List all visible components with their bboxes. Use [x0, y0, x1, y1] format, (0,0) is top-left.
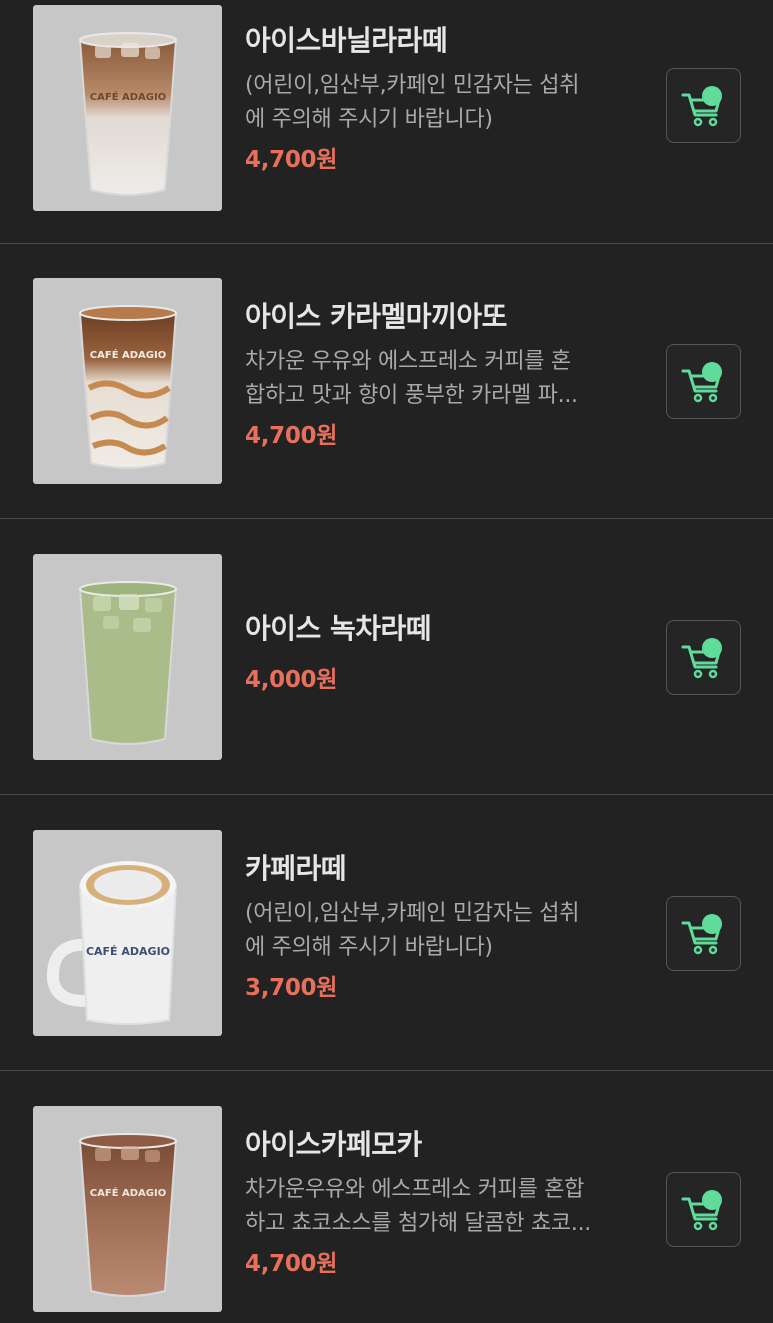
item-description-line: 에 주의해 주시기 바랍니다): [245, 107, 493, 132]
item-description-line: (어린이,임산부,카페인 민감자는 섭취: [245, 901, 580, 926]
add-to-cart-button[interactable]: [666, 344, 741, 419]
add-to-cart-button[interactable]: [666, 68, 741, 143]
item-info: 아이스카페모카 차가운우유와 에스프레소 커피를 혼합 하고 쵸코소스를 첨가해…: [245, 1126, 645, 1279]
menu-item-cafe-latte[interactable]: CAFÉ ADAGIO 카페라떼 (어린이,임산부,카페인 민감자는 섭취 에 …: [0, 796, 773, 1071]
brand-text: CAFÉ ADAGIO: [90, 90, 166, 103]
cart-plus-icon: [681, 638, 722, 679]
item-description: (어린이,임산부,카페인 민감자는 섭취 에 주의해 주시기 바랍니다): [245, 897, 630, 965]
menu-item-iced-caramel-macchiato[interactable]: CAFÉ ADAGIO 아이스 카라멜마끼아또 차가운 우유와 에스프레소 커피…: [0, 244, 773, 519]
product-image: CAFÉ ADAGIO: [33, 278, 222, 484]
cart-plus-icon: [681, 362, 722, 403]
brand-text: CAFÉ ADAGIO: [90, 348, 166, 361]
item-name: 카페라떼: [245, 852, 347, 885]
add-to-cart-button[interactable]: [666, 896, 741, 971]
product-image: CAFÉ ADAGIO: [33, 5, 222, 211]
menu-item-iced-green-tea-latte[interactable]: 아이스 녹차라떼 4,000원: [0, 520, 773, 795]
item-description-line: 하고 쵸코소스를 첨가해 달콤한 쵸코...: [245, 1211, 591, 1236]
product-image: CAFÉ ADAGIO: [33, 830, 222, 1036]
item-description-line: 차가운우유와 에스프레소 커피를 혼합: [245, 1177, 585, 1202]
cart-plus-icon: [681, 86, 722, 127]
brand-text: CAFÉ ADAGIO: [86, 945, 170, 958]
item-description: 차가운우유와 에스프레소 커피를 혼합 하고 쵸코소스를 첨가해 달콤한 쵸코.…: [245, 1173, 630, 1241]
item-price: 4,700원: [245, 147, 338, 173]
item-description-line: (어린이,임산부,카페인 민감자는 섭취: [245, 73, 580, 98]
item-name: 아이스 카라멜마끼아또: [245, 300, 507, 333]
item-name: 아이스카페모카: [245, 1128, 422, 1161]
item-description-line: 합하고 맛과 향이 풍부한 카라멜 파...: [245, 383, 578, 408]
item-name: 아이스 녹차라떼: [245, 612, 432, 645]
brand-text: CAFÉ ADAGIO: [90, 1186, 166, 1199]
product-image: CAFÉ ADAGIO: [33, 1106, 222, 1312]
item-price: 4,700원: [245, 423, 338, 449]
menu-item-iced-cafe-mocha[interactable]: CAFÉ ADAGIO 아이스카페모카 차가운우유와 에스프레소 커피를 혼합 …: [0, 1072, 773, 1323]
item-price: 4,700원: [245, 1251, 338, 1277]
item-info: 아이스 카라멜마끼아또 차가운 우유와 에스프레소 커피를 혼 합하고 맛과 향…: [245, 298, 645, 451]
item-description: 차가운 우유와 에스프레소 커피를 혼 합하고 맛과 향이 풍부한 카라멜 파.…: [245, 345, 630, 413]
cart-plus-icon: [681, 914, 722, 955]
product-image: [33, 554, 222, 760]
item-price: 3,700원: [245, 975, 338, 1001]
item-info: 카페라떼 (어린이,임산부,카페인 민감자는 섭취 에 주의해 주시기 바랍니다…: [245, 850, 645, 1003]
item-info: 아이스바닐라라떼 (어린이,임산부,카페인 민감자는 섭취 에 주의해 주시기 …: [245, 22, 645, 175]
add-to-cart-button[interactable]: [666, 1172, 741, 1247]
menu-item-iced-vanilla-latte[interactable]: CAFÉ ADAGIO 아이스바닐라라떼 (어린이,임산부,카페인 민감자는 섭…: [0, 0, 773, 244]
item-description-line: 에 주의해 주시기 바랍니다): [245, 935, 493, 960]
item-description: (어린이,임산부,카페인 민감자는 섭취 에 주의해 주시기 바랍니다): [245, 69, 630, 137]
item-description-line: 차가운 우유와 에스프레소 커피를 혼: [245, 349, 571, 374]
add-to-cart-button[interactable]: [666, 620, 741, 695]
item-price: 4,000원: [245, 667, 338, 693]
menu-list: CAFÉ ADAGIO 아이스바닐라라떼 (어린이,임산부,카페인 민감자는 섭…: [0, 0, 773, 1323]
item-name: 아이스바닐라라떼: [245, 24, 448, 57]
cart-plus-icon: [681, 1190, 722, 1231]
item-info: 아이스 녹차라떼 4,000원: [245, 610, 645, 695]
